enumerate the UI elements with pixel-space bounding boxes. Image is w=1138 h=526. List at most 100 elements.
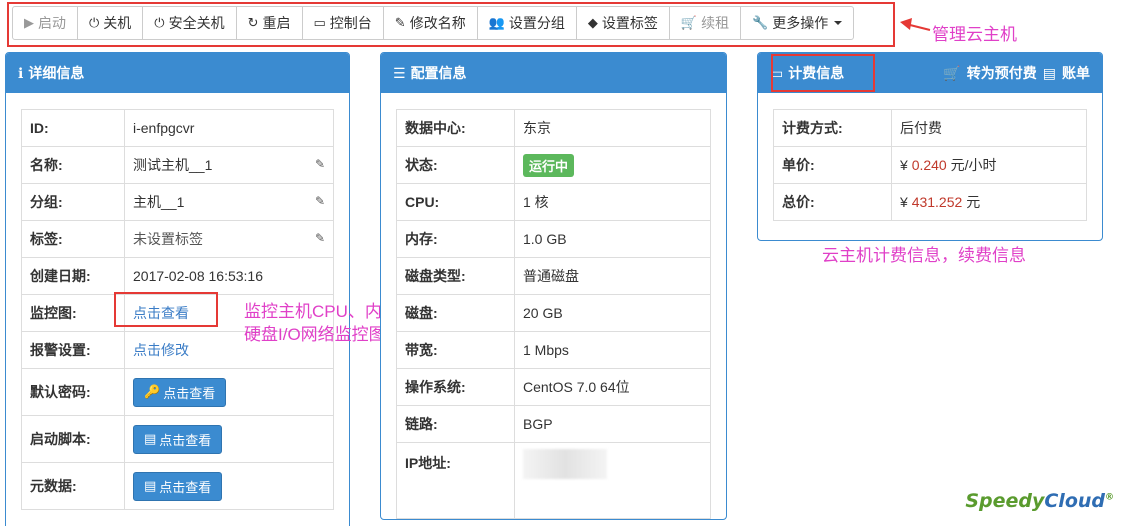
- row-label: ID:: [21, 109, 125, 147]
- created-date: 2017-02-08 16:53:16: [124, 257, 334, 295]
- info-icon: ℹ: [18, 64, 24, 81]
- toolbar-highlight: [7, 2, 895, 47]
- to-prepaid-link[interactable]: 转为预付费: [967, 63, 1037, 83]
- cpu-value: 1 核: [514, 183, 711, 221]
- cart-icon: 🛒: [943, 64, 961, 81]
- instance-name: 测试主机__1: [133, 157, 213, 173]
- table-row: 名称: 测试主机__1 ✎: [21, 146, 334, 184]
- table-row: 创建日期: 2017-02-08 16:53:16: [21, 257, 334, 295]
- table-row: 启动脚本: ▤ 点击查看: [21, 415, 334, 463]
- view-password-button[interactable]: 🔑 点击查看: [133, 377, 227, 407]
- list-icon: ☰: [393, 64, 406, 81]
- detail-panel: ℹ 详细信息 ID: i-enfpgcvr 名称: 测试主机__1 ✎ 分组: 主机__…: [5, 52, 350, 526]
- annotation-monitor-line2: 硬盘I/O网络监控图: [244, 325, 386, 344]
- status-cell: 运行中: [514, 146, 711, 184]
- datacenter-value: 东京: [514, 109, 711, 147]
- row-label: 分组:: [21, 183, 125, 221]
- table-row: 磁盘: 20 GB: [396, 294, 711, 332]
- table-row: 标签: 未设置标签 ✎: [21, 220, 334, 258]
- config-title: 配置信息: [410, 65, 467, 81]
- file-icon: ▤: [144, 478, 157, 493]
- annotation-billing: 云主机计费信息，续费信息: [822, 246, 1026, 265]
- table-row: 单价: ¥ 0.240 元/小时: [773, 146, 1087, 184]
- row-label: 计费方式:: [773, 109, 892, 147]
- detail-panel-header: ℹ 详细信息: [6, 53, 349, 93]
- row-label: 磁盘:: [396, 294, 515, 332]
- row-label: CPU:: [396, 183, 515, 221]
- metadata-cell: ▤ 点击查看: [124, 462, 334, 510]
- logo-part2: Cloud: [1044, 490, 1105, 512]
- currency-symbol: ¥: [900, 194, 908, 210]
- monitor-highlight: [114, 292, 218, 327]
- view-startup-script-button[interactable]: ▤ 点击查看: [133, 424, 223, 454]
- row-label: 状态:: [396, 146, 515, 184]
- alarm-settings-link[interactable]: 点击修改: [133, 342, 189, 358]
- disk-value: 20 GB: [514, 294, 711, 332]
- total-price-cell: ¥ 431.252 元: [891, 183, 1087, 221]
- bandwidth-value: 1 Mbps: [514, 331, 711, 369]
- row-label: 元数据:: [21, 462, 125, 510]
- unit-price-amount: 0.240: [911, 157, 947, 173]
- annotation-manage: 管理云主机: [932, 25, 1017, 44]
- table-row: ID: i-enfpgcvr: [21, 109, 334, 147]
- view-password-label: 点击查看: [163, 385, 216, 401]
- bill-link[interactable]: 账单: [1062, 63, 1090, 83]
- row-label: 单价:: [773, 146, 892, 184]
- view-metadata-button[interactable]: ▤ 点击查看: [133, 471, 223, 501]
- row-label: 操作系统:: [396, 368, 515, 406]
- config-panel: ☰ 配置信息 数据中心: 东京 状态: 运行中 CPU: 1 核 内存: 1.0 GB …: [380, 52, 727, 520]
- row-label: 监控图:: [21, 294, 125, 332]
- row-label: 标签:: [21, 220, 125, 258]
- row-label: 链路:: [396, 405, 515, 443]
- row-label: 创建日期:: [21, 257, 125, 295]
- currency-symbol: ¥: [900, 157, 908, 173]
- group-cell: 主机__1 ✎: [124, 183, 334, 221]
- billing-actions: 🛒 转为预付费 ▤ 账单: [943, 63, 1090, 83]
- table-row: 总价: ¥ 431.252 元: [773, 183, 1087, 221]
- row-label: 带宽:: [396, 331, 515, 369]
- view-startup-script-label: 点击查看: [159, 432, 212, 448]
- table-row: 链路: BGP: [396, 405, 711, 443]
- list-icon: ▤: [1042, 64, 1056, 81]
- row-label: 启动脚本:: [21, 415, 125, 463]
- key-icon: 🔑: [144, 384, 161, 399]
- row-label: 名称:: [21, 146, 125, 184]
- row-label: 磁盘类型:: [396, 257, 515, 295]
- config-panel-header: ☰ 配置信息: [381, 53, 726, 93]
- table-row: IP地址:: [396, 442, 711, 519]
- unit-price-cell: ¥ 0.240 元/小时: [891, 146, 1087, 184]
- detail-title: 详细信息: [28, 65, 85, 81]
- table-row: 状态: 运行中: [396, 146, 711, 184]
- edit-icon[interactable]: ✎: [315, 157, 325, 171]
- table-row: 内存: 1.0 GB: [396, 220, 711, 258]
- billing-method: 后付费: [891, 109, 1087, 147]
- instance-name-cell: 测试主机__1 ✎: [124, 146, 334, 184]
- table-row: CPU: 1 核: [396, 183, 711, 221]
- table-row: 默认密码: 🔑 点击查看: [21, 368, 334, 416]
- file-icon: ▤: [144, 431, 157, 446]
- disk-type-value: 普通磁盘: [514, 257, 711, 295]
- table-row: 计费方式: 后付费: [773, 109, 1087, 147]
- total-price-amount: 431.252: [911, 194, 963, 210]
- ip-address-redacted: [523, 449, 607, 479]
- link-value: BGP: [514, 405, 711, 443]
- total-price-unit: 元: [966, 194, 981, 210]
- tag-cell: 未设置标签 ✎: [124, 220, 334, 258]
- edit-icon[interactable]: ✎: [315, 231, 325, 245]
- table-row: 磁盘类型: 普通磁盘: [396, 257, 711, 295]
- row-label: 内存:: [396, 220, 515, 258]
- table-row: 操作系统: CentOS 7.0 64位: [396, 368, 711, 406]
- ip-cell: [514, 442, 711, 519]
- unit-price-unit: 元/小时: [950, 157, 997, 173]
- logo-mark: ®: [1105, 492, 1114, 503]
- row-label: 数据中心:: [396, 109, 515, 147]
- billing-table: 计费方式: 后付费 单价: ¥ 0.240 元/小时 总价: ¥ 431.252 元: [773, 109, 1087, 221]
- row-label: 总价:: [773, 183, 892, 221]
- password-cell: 🔑 点击查看: [124, 368, 334, 416]
- group-name: 主机__1: [133, 194, 185, 210]
- startup-script-cell: ▤ 点击查看: [124, 415, 334, 463]
- config-table: 数据中心: 东京 状态: 运行中 CPU: 1 核 内存: 1.0 GB 磁盘类型: 普通…: [396, 109, 711, 519]
- status-badge: 运行中: [523, 153, 575, 177]
- edit-icon[interactable]: ✎: [315, 194, 325, 208]
- table-row: 数据中心: 东京: [396, 109, 711, 147]
